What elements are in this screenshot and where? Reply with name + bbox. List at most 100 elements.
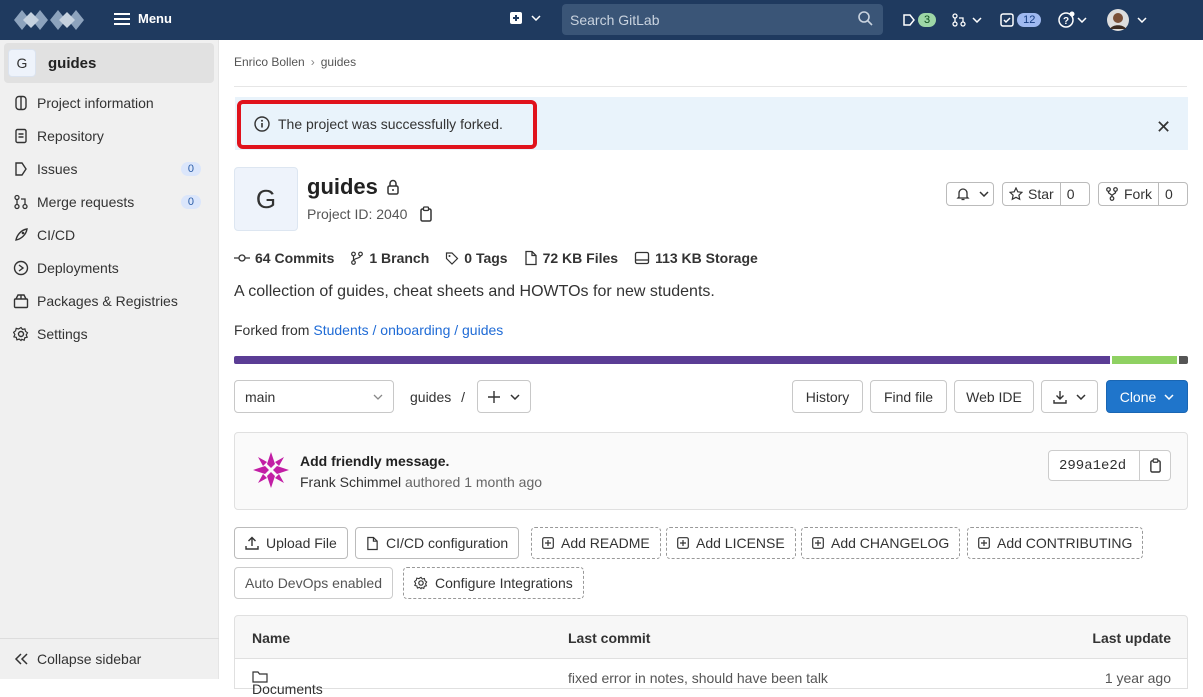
plus-square-icon <box>677 537 689 549</box>
issues-icon <box>12 160 30 178</box>
merge-request-icon <box>952 13 966 27</box>
last-update-cell: 1 year ago <box>1104 670 1171 686</box>
commit-author-avatar[interactable] <box>251 450 291 490</box>
top-icons: 3 12 ? <box>902 9 1147 31</box>
breadcrumb-owner[interactable]: Enrico Bollen <box>234 55 305 69</box>
merge-icon <box>12 193 30 211</box>
commit-sha[interactable]: 299a1e2d <box>1049 458 1139 474</box>
sidebar-item-settings[interactable]: Settings <box>12 322 207 346</box>
chevron-down-icon <box>1137 17 1147 23</box>
chevron-down-icon <box>1077 17 1087 23</box>
download-button[interactable] <box>1041 380 1098 413</box>
storage-stat[interactable]: 113 KB Storage <box>634 250 758 266</box>
project-avatar: G <box>8 49 36 77</box>
sidebar: G guides Project information Repository … <box>0 40 219 679</box>
chevron-down-icon <box>531 15 541 21</box>
branch-selector[interactable]: main <box>234 380 394 413</box>
add-license-button[interactable]: Add LICENSE <box>666 527 796 559</box>
forked-from-prefix: Forked from <box>234 322 310 338</box>
upload-icon <box>245 536 259 550</box>
close-icon[interactable]: ✕ <box>1156 117 1171 138</box>
sidebar-project-header[interactable]: G guides <box>4 43 214 83</box>
user-menu[interactable] <box>1107 9 1147 31</box>
commit-author[interactable]: Frank Schimmel <box>300 474 401 490</box>
forked-from-link[interactable]: Students / onboarding / guides <box>313 322 503 338</box>
sidebar-item-label: Project information <box>37 95 154 111</box>
commit-sha-box: 299a1e2d <box>1048 450 1171 481</box>
doc-icon <box>12 127 30 145</box>
collapse-sidebar-label: Collapse sidebar <box>37 651 142 667</box>
sidebar-item-deployments[interactable]: Deployments <box>12 256 207 280</box>
commits-count: 64 Commits <box>255 250 335 266</box>
commit-icon <box>234 254 250 262</box>
sidebar-project-name: guides <box>48 54 97 72</box>
tag-icon <box>446 252 459 265</box>
star-button[interactable]: Star 0 <box>1002 182 1090 206</box>
project-description: A collection of guides, cheat sheets and… <box>234 283 715 300</box>
sidebar-item-packages-registries[interactable]: Packages & Registries <box>12 289 207 313</box>
search-input[interactable]: Search GitLab <box>562 4 883 35</box>
history-button[interactable]: History <box>792 380 863 413</box>
sidebar-item-project-information[interactable]: Project information <box>12 91 207 115</box>
web-ide-button[interactable]: Web IDE <box>954 380 1034 413</box>
table-row[interactable]: Documents fixed error in notes, should h… <box>234 659 1188 697</box>
sidebar-item-label: Issues <box>37 161 78 177</box>
branches-stat[interactable]: 1 Branch <box>350 250 429 266</box>
help-nav[interactable]: ? <box>1057 11 1087 29</box>
breadcrumb-project[interactable]: guides <box>321 55 356 69</box>
notification-button[interactable] <box>946 182 994 206</box>
project-id-text: Project ID: 2040 <box>307 206 408 222</box>
column-header-name: Name <box>252 630 291 646</box>
files-stat[interactable]: 72 KB Files <box>524 250 618 266</box>
issues-icon <box>903 14 915 26</box>
language-segment <box>1111 356 1177 364</box>
branches-count: 1 Branch <box>369 250 430 266</box>
issues-count-badge: 3 <box>918 13 937 27</box>
info-circle-icon <box>254 116 270 132</box>
project-avatar-large: G <box>234 167 298 231</box>
sidebar-item-issues[interactable]: Issues 0 <box>12 157 207 181</box>
merge-requests-nav[interactable] <box>952 13 982 27</box>
upload-file-button[interactable]: Upload File <box>234 527 348 559</box>
copy-sha-button[interactable] <box>1139 451 1170 480</box>
add-to-tree-button[interactable] <box>477 380 531 413</box>
find-file-button[interactable]: Find file <box>870 380 947 413</box>
issues-nav[interactable]: 3 <box>902 13 937 27</box>
collapse-sidebar-button[interactable]: Collapse sidebar <box>0 638 219 679</box>
tags-stat[interactable]: 0 Tags <box>445 250 508 266</box>
create-new-button[interactable] <box>509 11 541 25</box>
add-readme-button[interactable]: Add README <box>531 527 661 559</box>
cicd-configuration-button[interactable]: CI/CD configuration <box>355 527 520 559</box>
gitlab-logo[interactable] <box>12 6 92 37</box>
main-content: Enrico Bollen › guides The project was suc… <box>219 40 1203 697</box>
add-changelog-button[interactable]: Add CHANGELOG <box>801 527 961 559</box>
sidebar-item-merge-requests[interactable]: Merge requests 0 <box>12 190 207 214</box>
add-contributing-button[interactable]: Add CONTRIBUTING <box>967 527 1144 559</box>
sidebar-item-repository[interactable]: Repository <box>12 124 207 148</box>
file-icon <box>367 536 378 550</box>
clone-button[interactable]: Clone <box>1106 380 1188 413</box>
configure-integrations-button[interactable]: Configure Integrations <box>403 567 584 599</box>
bell-icon <box>956 188 970 201</box>
commits-stat[interactable]: 64 Commits <box>234 250 334 266</box>
todos-nav[interactable]: 12 <box>1000 13 1042 27</box>
column-header-last-update: Last update <box>1092 630 1171 646</box>
disk-icon <box>634 251 650 265</box>
hamburger-icon <box>114 12 130 25</box>
copy-icon[interactable] <box>419 206 433 222</box>
commit-title[interactable]: Add friendly message. <box>300 453 449 469</box>
repo-path-name[interactable]: guides <box>410 389 451 405</box>
last-commit-cell[interactable]: fixed error in notes, should have been t… <box>568 670 828 686</box>
auto-devops-button[interactable]: Auto DevOps enabled <box>234 567 393 599</box>
add-readme-label: Add README <box>561 535 650 551</box>
sidebar-item-cicd[interactable]: CI/CD <box>12 223 207 247</box>
branch-name: main <box>245 388 276 405</box>
fork-button[interactable]: Fork 0 <box>1098 182 1188 206</box>
divider <box>234 86 1187 87</box>
menu-button[interactable]: Menu <box>114 11 172 26</box>
file-name-cell[interactable]: Documents <box>252 670 323 697</box>
chevron-down-icon <box>979 191 989 197</box>
alert-text: The project was successfully forked. <box>278 116 503 132</box>
repo-path-separator: / <box>461 389 466 405</box>
clone-label: Clone <box>1119 388 1157 405</box>
